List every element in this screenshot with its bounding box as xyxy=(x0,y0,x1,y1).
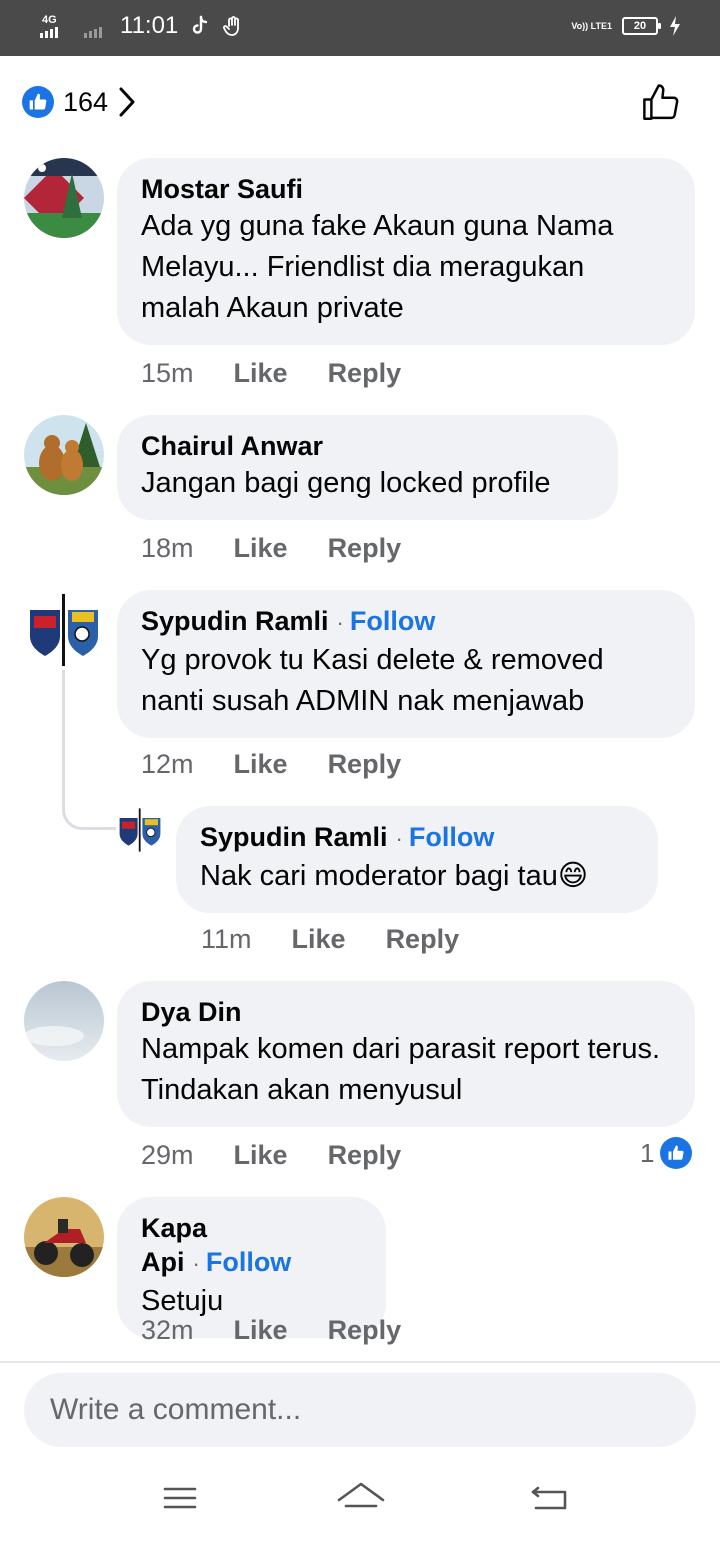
comment-time[interactable]: 15m xyxy=(141,358,194,389)
reply-button[interactable]: Reply xyxy=(328,533,402,564)
comment-bubble: Dya Din Nampak komen dari parasit report… xyxy=(117,981,695,1127)
comment-input-placeholder: Write a comment... xyxy=(50,1393,302,1426)
like-button[interactable]: Like xyxy=(234,533,288,564)
comment-text: Nampak komen dari parasit report terus. … xyxy=(141,1033,660,1106)
signal-2-icon xyxy=(84,12,110,40)
follow-button[interactable]: Follow xyxy=(409,822,494,852)
hand-icon xyxy=(223,16,240,36)
status-bar: 4G 11:01 Vo)) LTE1 20 xyxy=(0,0,720,56)
like-button[interactable]: Like xyxy=(234,1140,288,1171)
comment-reaction-count[interactable]: 1 xyxy=(640,1137,693,1169)
signal-4g-icon: 4G xyxy=(40,12,74,40)
avatar[interactable] xyxy=(24,981,104,1061)
like-badge-icon xyxy=(660,1137,693,1169)
reactions-summary[interactable]: 164 xyxy=(22,86,136,118)
like-badge-icon xyxy=(22,86,54,118)
home-icon[interactable] xyxy=(336,1480,386,1520)
comment-time[interactable]: 32m xyxy=(141,1315,194,1346)
volte-icon: Vo)) LTE1 xyxy=(571,21,612,31)
back-icon[interactable] xyxy=(530,1480,568,1516)
comment-author[interactable]: Chairul Anwar xyxy=(141,429,594,463)
reply-button[interactable]: Reply xyxy=(328,358,402,389)
comment-bubble: Mostar Saufi Ada yg guna fake Akaun guna… xyxy=(117,158,695,345)
follow-button[interactable]: Follow xyxy=(206,1247,291,1277)
like-button[interactable]: Like xyxy=(234,749,288,780)
avatar[interactable] xyxy=(116,806,164,854)
comment-text: Jangan bagi geng locked profile xyxy=(141,467,551,499)
like-button[interactable]: Like xyxy=(292,924,346,955)
comment-actions: 32m Like Reply xyxy=(141,1315,401,1346)
comment-time[interactable]: 18m xyxy=(141,533,194,564)
comment-actions: 12m Like Reply xyxy=(141,749,401,780)
battery-icon: 20 xyxy=(622,17,661,35)
avatar[interactable] xyxy=(24,415,104,495)
system-navigation-bar xyxy=(0,1460,720,1544)
comment-actions: 15m Like Reply xyxy=(141,358,401,389)
chevron-right-icon xyxy=(119,87,135,117)
comment-input[interactable]: Write a comment... xyxy=(24,1373,696,1447)
comment-author[interactable]: Sypudin Ramli xyxy=(141,606,329,636)
comment-time[interactable]: 11m xyxy=(201,924,252,955)
avatar[interactable] xyxy=(24,1197,104,1277)
comment-text: Ada yg guna fake Akaun guna Nama Melayu.… xyxy=(141,210,614,324)
charging-icon xyxy=(670,16,680,36)
comment-author[interactable]: Sypudin Ramli xyxy=(200,822,388,852)
reply-bubble: Sypudin Ramli · Follow Nak cari moderator … xyxy=(176,806,658,913)
reply-thread-line xyxy=(62,670,118,830)
clock: 11:01 xyxy=(120,12,179,39)
comment-time[interactable]: 29m xyxy=(141,1140,194,1171)
follow-button[interactable]: Follow xyxy=(350,606,435,636)
thumbs-up-icon[interactable] xyxy=(640,82,682,124)
comment-author[interactable]: Mostar Saufi xyxy=(141,172,671,206)
like-button[interactable]: Like xyxy=(234,358,288,389)
avatar[interactable] xyxy=(24,590,104,670)
menu-icon[interactable] xyxy=(162,1480,198,1516)
comment-actions: 11m Like Reply xyxy=(201,924,459,955)
comment-time[interactable]: 12m xyxy=(141,749,194,780)
like-button[interactable]: Like xyxy=(234,1315,288,1346)
comment-text: Yg provok tu Kasi delete & removed nanti… xyxy=(141,644,604,717)
avatar[interactable] xyxy=(24,158,104,238)
tiktok-icon xyxy=(193,15,208,34)
reply-button[interactable]: Reply xyxy=(328,1140,402,1171)
comment-bubble: Sypudin Ramli · Follow Yg provok tu Kasi d… xyxy=(117,590,695,738)
comment-author[interactable]: Dya Din xyxy=(141,995,671,1029)
comment-actions: 29m Like Reply xyxy=(141,1140,401,1171)
divider xyxy=(0,1361,720,1363)
comment-actions: 18m Like Reply xyxy=(141,533,401,564)
reaction-count: 164 xyxy=(63,86,109,117)
reply-button[interactable]: Reply xyxy=(386,924,460,955)
comment-text: Nak cari moderator bagi tau😄 xyxy=(200,860,589,892)
comment-bubble: Chairul Anwar Jangan bagi geng locked pr… xyxy=(117,415,618,520)
reply-button[interactable]: Reply xyxy=(328,1315,402,1346)
reply-button[interactable]: Reply xyxy=(328,749,402,780)
